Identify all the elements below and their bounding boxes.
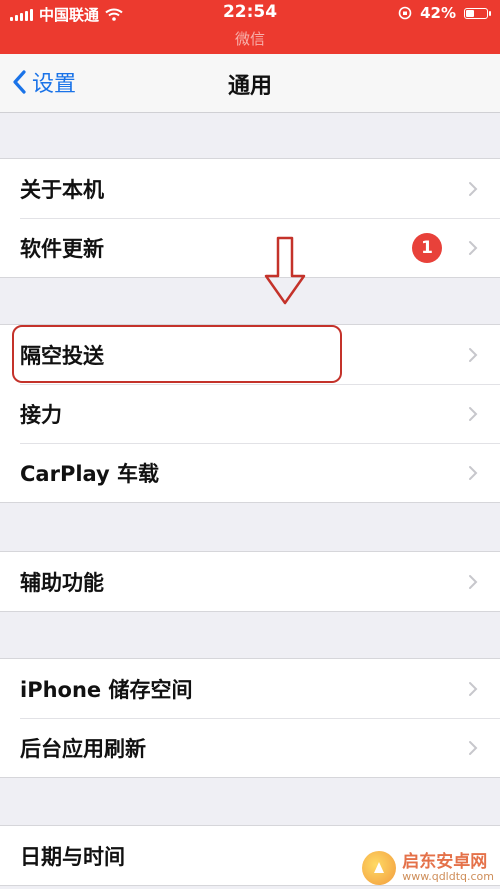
chevron-right-icon — [469, 181, 478, 196]
battery-percent: 42% — [420, 4, 456, 22]
watermark-url: www.qdldtq.com — [402, 870, 494, 884]
settings-group-about: 关于本机 软件更新 1 — [0, 158, 500, 278]
list-item-label: 软件更新 — [20, 236, 104, 261]
list-item-label: 接力 — [20, 402, 62, 427]
list-item-iphone-storage[interactable]: iPhone 储存空间 — [0, 659, 500, 718]
orientation-lock-icon — [398, 6, 412, 20]
watermark-name: 启东安卓网 — [402, 851, 488, 872]
watermark: 启东安卓网 www.qdldtq.com — [362, 851, 494, 885]
list-item-label: CarPlay 车载 — [20, 461, 160, 486]
watermark-text: 启东安卓网 www.qdldtq.com — [402, 851, 494, 884]
watermark-logo-icon — [362, 851, 397, 885]
list-item-label: 日期与时间 — [20, 844, 125, 869]
list-item-label: iPhone 储存空间 — [20, 677, 193, 702]
down-arrow-outline-icon — [264, 236, 306, 305]
battery-icon — [464, 7, 491, 19]
list-item-label: 关于本机 — [20, 177, 104, 202]
list-item-accessibility[interactable]: 辅助功能 — [0, 552, 500, 611]
status-app-name: 微信 — [234, 30, 265, 48]
navigation-bar: 设置 通用 — [0, 54, 500, 113]
chevron-right-icon — [469, 347, 478, 362]
chevron-right-icon — [469, 681, 478, 696]
status-right: 42% — [398, 4, 491, 22]
list-item-background-refresh[interactable]: 后台应用刷新 — [0, 718, 500, 777]
list-item-label: 辅助功能 — [20, 570, 104, 595]
chevron-right-icon — [469, 406, 478, 421]
page-title: 通用 — [227, 74, 272, 99]
chevron-right-icon — [469, 465, 478, 480]
list-item-software-update[interactable]: 软件更新 1 — [0, 218, 500, 277]
notification-badge: 1 — [412, 232, 442, 263]
chevron-right-icon — [469, 740, 478, 755]
settings-group-storage: iPhone 储存空间 后台应用刷新 — [0, 658, 500, 778]
chevron-right-icon — [469, 240, 478, 255]
list-item-handoff[interactable]: 接力 — [0, 384, 500, 443]
chevron-right-icon — [469, 574, 478, 589]
list-item-carplay[interactable]: CarPlay 车载 — [0, 443, 500, 502]
settings-group-accessibility: 辅助功能 — [0, 551, 500, 612]
highlight-box — [12, 325, 342, 383]
battery-fill — [466, 9, 474, 17]
list-item-label: 后台应用刷新 — [20, 736, 146, 761]
list-item-about-device[interactable]: 关于本机 — [0, 159, 500, 218]
status-bar: 中国联通 22:54 微信 42% — [0, 0, 500, 54]
